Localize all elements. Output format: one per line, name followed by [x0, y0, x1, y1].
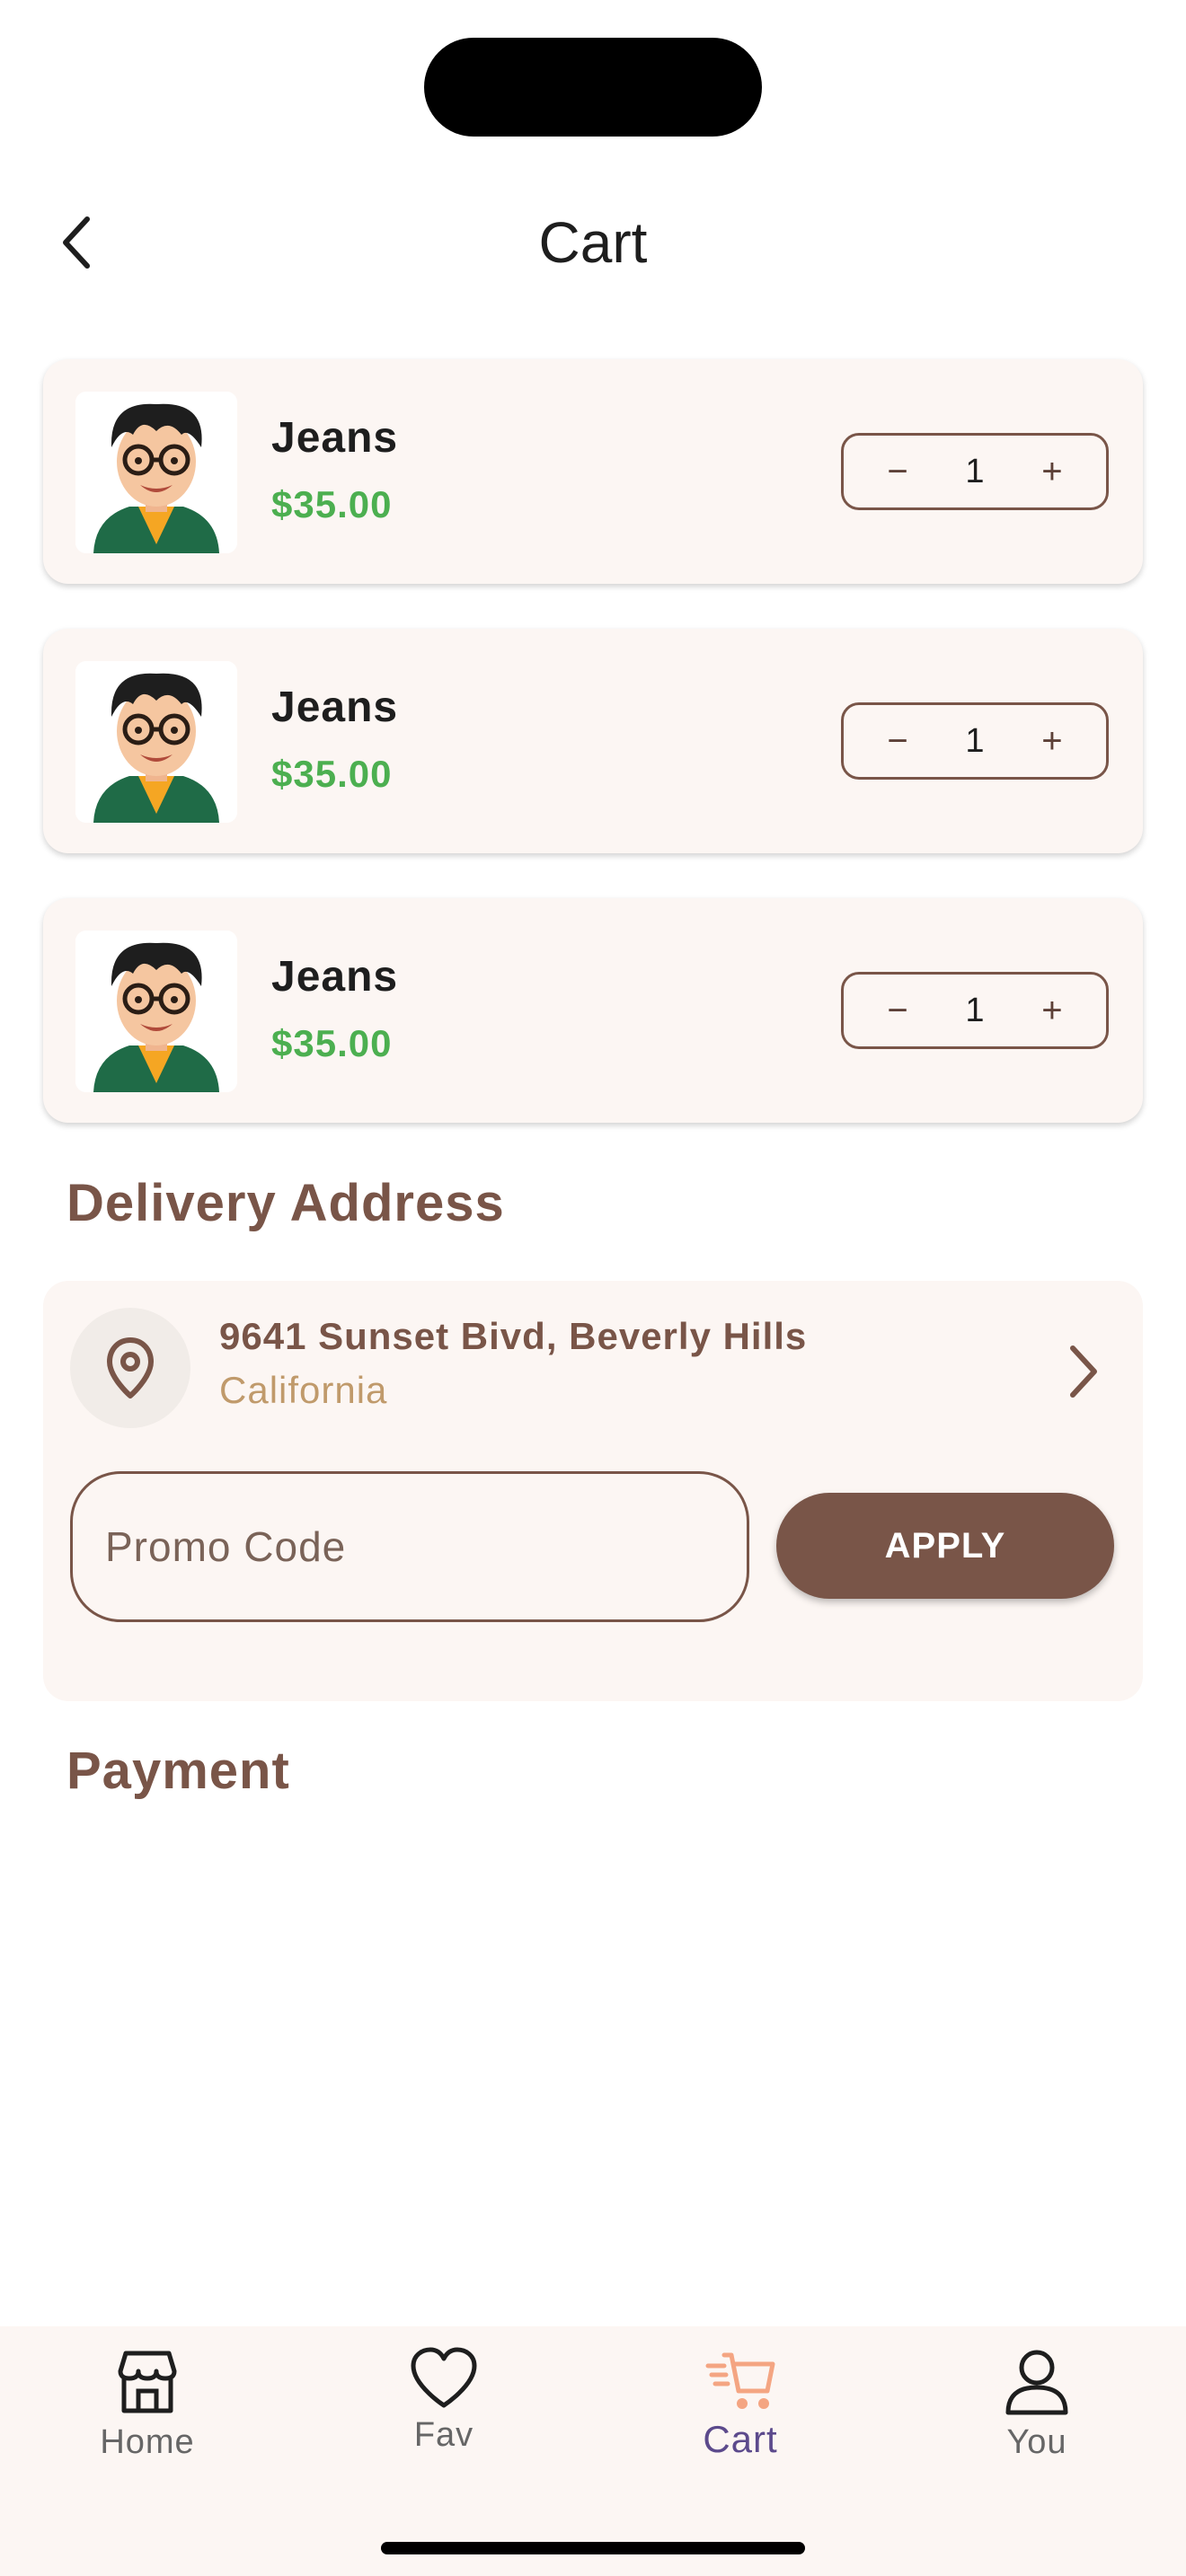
decrement-button[interactable]: −	[880, 723, 916, 759]
product-name: Jeans	[271, 684, 399, 731]
product-image	[75, 392, 237, 553]
cart-item: Jeans $35.00 − 1 +	[43, 898, 1143, 1123]
home-indicator	[381, 2542, 805, 2554]
location-pin-icon	[70, 1308, 190, 1428]
bottom-nav: Home Fav Cart You	[0, 2326, 1186, 2576]
quantity-stepper: − 1 +	[841, 702, 1109, 780]
decrement-button[interactable]: −	[880, 992, 916, 1028]
address-card: 9641 Sunset Bivd, Beverly Hills Californ…	[43, 1281, 1143, 1701]
nav-item-you[interactable]: You	[947, 2346, 1127, 2481]
nav-label-cart: Cart	[703, 2418, 778, 2460]
product-name: Jeans	[271, 414, 399, 462]
cart-item: Jeans $35.00 − 1 +	[43, 629, 1143, 853]
product-price: $35.00	[271, 483, 393, 525]
apply-button[interactable]: APPLY	[776, 1493, 1114, 1599]
dynamic-island	[424, 38, 762, 137]
nav-label-fav: Fav	[413, 2416, 474, 2454]
quantity-value: 1	[965, 721, 985, 760]
quantity-value: 1	[965, 991, 985, 1029]
top-bar: Cart	[0, 180, 1186, 305]
promo-code-input[interactable]	[70, 1471, 749, 1622]
nav-item-fav[interactable]: Fav	[354, 2346, 534, 2481]
address-chevron-button[interactable]	[1058, 1340, 1109, 1403]
store-icon	[118, 2351, 177, 2413]
heart-icon	[411, 2347, 477, 2408]
nav-item-home[interactable]: Home	[58, 2346, 237, 2481]
quantity-value: 1	[965, 452, 985, 490]
quantity-stepper: − 1 +	[841, 433, 1109, 510]
product-price: $35.00	[271, 753, 393, 795]
product-name: Jeans	[271, 953, 399, 1001]
nav-item-cart[interactable]: Cart	[651, 2346, 830, 2481]
product-image	[75, 931, 237, 1092]
nav-label-home: Home	[100, 2423, 195, 2461]
increment-button[interactable]: +	[1034, 454, 1070, 490]
address-state: California	[219, 1369, 388, 1411]
increment-button[interactable]: +	[1034, 723, 1070, 759]
cart-icon	[705, 2352, 775, 2409]
delivery-address-heading: Delivery Address	[66, 1174, 505, 1232]
page-title: Cart	[538, 210, 648, 275]
product-price: $35.00	[271, 1022, 393, 1064]
increment-button[interactable]: +	[1034, 992, 1070, 1028]
quantity-stepper: − 1 +	[841, 972, 1109, 1049]
product-image	[75, 661, 237, 823]
decrement-button[interactable]: −	[880, 454, 916, 490]
user-icon	[1005, 2350, 1068, 2415]
payment-heading: Payment	[66, 1742, 290, 1800]
chevron-right-icon	[1070, 1345, 1097, 1398]
cart-item: Jeans $35.00 − 1 +	[43, 359, 1143, 584]
address-street: 9641 Sunset Bivd, Beverly Hills	[219, 1315, 808, 1357]
nav-label-you: You	[1006, 2423, 1067, 2461]
